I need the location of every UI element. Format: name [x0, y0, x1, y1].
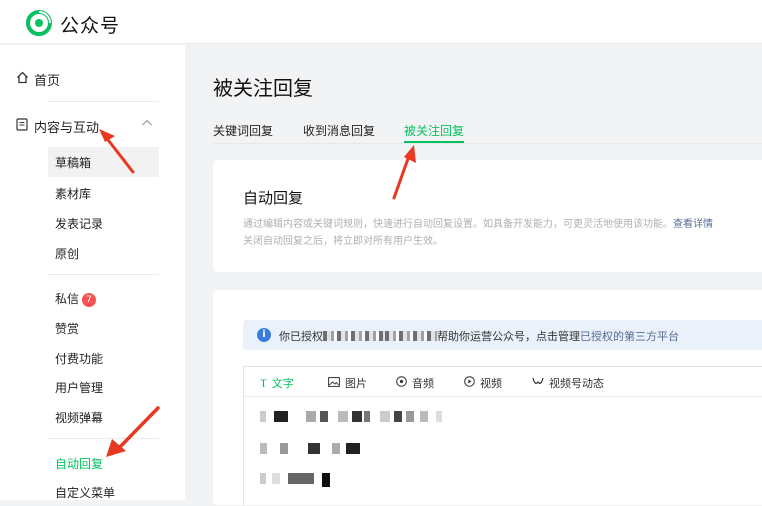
sidebar-item-label: 首页 — [34, 74, 61, 89]
sidebar-item-label: 素材库 — [55, 187, 92, 201]
document-icon — [16, 118, 28, 131]
sidebar-item-materials[interactable]: 素材库 — [55, 185, 91, 202]
top-bar: 公众号 — [0, 0, 762, 44]
sidebar-item-custom-menu[interactable]: 自定义菜单 — [55, 484, 115, 501]
audio-icon — [396, 376, 407, 387]
sidebar: 首页 内容与互动 草稿箱 素材库 发表记录 原创 私信 7 赞赏 付费功能 用户管… — [0, 45, 185, 500]
banner-text: 你已授权 帮助你运营公众号，点击管理已授权的第三方平台 — [279, 328, 679, 344]
tool-text[interactable]: Ⲧ 文字 — [260, 375, 294, 391]
sidebar-item-publish-records[interactable]: 发表记录 — [55, 215, 103, 232]
sidebar-item-paid-features[interactable]: 付费功能 — [55, 350, 103, 367]
tool-label: 图片 — [345, 377, 367, 390]
details-link[interactable]: 查看详情 — [673, 219, 713, 230]
unread-badge: 7 — [82, 293, 97, 307]
editor-toolbar: Ⲧ 文字 图片 音频 视频 视频号动态 — [244, 367, 762, 397]
image-icon — [328, 377, 340, 387]
tool-label: 文字 — [271, 377, 294, 390]
sidebar-item-label: 发表记录 — [55, 217, 104, 231]
sidebar-item-user-management[interactable]: 用户管理 — [55, 379, 103, 396]
sidebar-item-label: 付费功能 — [55, 352, 104, 366]
card-description: 通过编辑内容或关键词规则，快速进行自动回复设置。如具备开发能力，可更灵活地使用该… — [243, 216, 762, 250]
sidebar-item-original[interactable]: 原创 — [55, 245, 79, 262]
divider — [48, 101, 159, 102]
sidebar-item-label: 私信 — [55, 292, 80, 306]
banner-middle: 帮助你运营公众号，点击管理 — [437, 330, 580, 343]
sidebar-item-label: 原创 — [55, 247, 80, 261]
description-line: 关闭自动回复之后，将立即对所有用户生效。 — [243, 236, 443, 247]
sidebar-item-label: 草稿箱 — [55, 156, 92, 170]
card-heading: 自动回复 — [243, 189, 304, 207]
sidebar-item-auto-reply[interactable]: 自动回复 — [55, 455, 103, 472]
tab-keyword-reply[interactable]: 关键词回复 — [213, 122, 273, 139]
sidebar-item-content[interactable]: 内容与互动 — [16, 117, 100, 136]
sidebar-item-label: 视频弹幕 — [55, 411, 104, 425]
sidebar-item-label: 用户管理 — [55, 381, 104, 395]
channels-icon — [532, 377, 544, 384]
wechat-official-logo-icon[interactable] — [26, 10, 52, 36]
chevron-up-icon[interactable] — [141, 118, 153, 128]
redacted-content-line — [260, 411, 450, 422]
tab-message-reply[interactable]: 收到消息回复 — [303, 122, 375, 139]
tool-channels[interactable]: 视频号动态 — [532, 375, 604, 391]
sidebar-item-home[interactable]: 首页 — [17, 70, 61, 89]
divider — [48, 274, 159, 275]
text-icon: Ⲧ — [260, 377, 267, 390]
sidebar-item-appreciation[interactable]: 赞赏 — [55, 320, 79, 337]
info-icon: i — [257, 328, 271, 342]
description-line: 通过编辑内容或关键词规则，快速进行自动回复设置。如具备开发能力，可更灵活地使用该… — [243, 219, 673, 230]
tool-label: 音频 — [412, 377, 434, 390]
auto-reply-card: 自动回复 通过编辑内容或关键词规则，快速进行自动回复设置。如具备开发能力，可更灵… — [213, 160, 762, 272]
divider — [48, 438, 159, 439]
sidebar-item-drafts[interactable]: 草稿箱 — [48, 147, 159, 177]
page-title: 被关注回复 — [213, 76, 313, 100]
tab-follow-reply[interactable]: 被关注回复 — [404, 122, 464, 139]
redacted-text — [385, 331, 437, 341]
active-tab-indicator — [404, 141, 464, 143]
reply-tabs: 关键词回复 收到消息回复 被关注回复 — [213, 122, 762, 144]
brand-title: 公众号 — [60, 15, 121, 37]
tool-label: 视频号动态 — [549, 377, 604, 390]
authorization-banner: i 你已授权 帮助你运营公众号，点击管理已授权的第三方平台 — [243, 320, 762, 350]
sidebar-item-messages[interactable]: 私信 7 — [55, 290, 97, 307]
sidebar-item-label: 内容与互动 — [34, 121, 100, 136]
sidebar-item-video-danmaku[interactable]: 视频弹幕 — [55, 409, 103, 426]
tool-video[interactable]: 视频 — [464, 375, 502, 391]
redacted-content-line — [260, 473, 340, 487]
tool-label: 视频 — [480, 377, 502, 390]
reply-editor[interactable]: Ⲧ 文字 图片 音频 视频 视频号动态 — [243, 366, 762, 506]
home-icon — [17, 71, 28, 84]
redacted-text — [323, 331, 385, 341]
third-party-link[interactable]: 已授权的第三方平台 — [580, 330, 679, 343]
sidebar-item-label: 赞赏 — [55, 322, 80, 336]
tool-image[interactable]: 图片 — [328, 375, 367, 391]
sidebar-item-label: 自动回复 — [55, 457, 104, 471]
tool-audio[interactable]: 音频 — [396, 375, 434, 391]
video-icon — [464, 376, 475, 387]
sidebar-item-label: 自定义菜单 — [55, 486, 116, 500]
reply-editor-card: i 你已授权 帮助你运营公众号，点击管理已授权的第三方平台 Ⲧ 文字 图片 音频 视… — [213, 290, 762, 506]
banner-prefix: 你已授权 — [279, 330, 323, 343]
redacted-content-line — [260, 443, 370, 454]
